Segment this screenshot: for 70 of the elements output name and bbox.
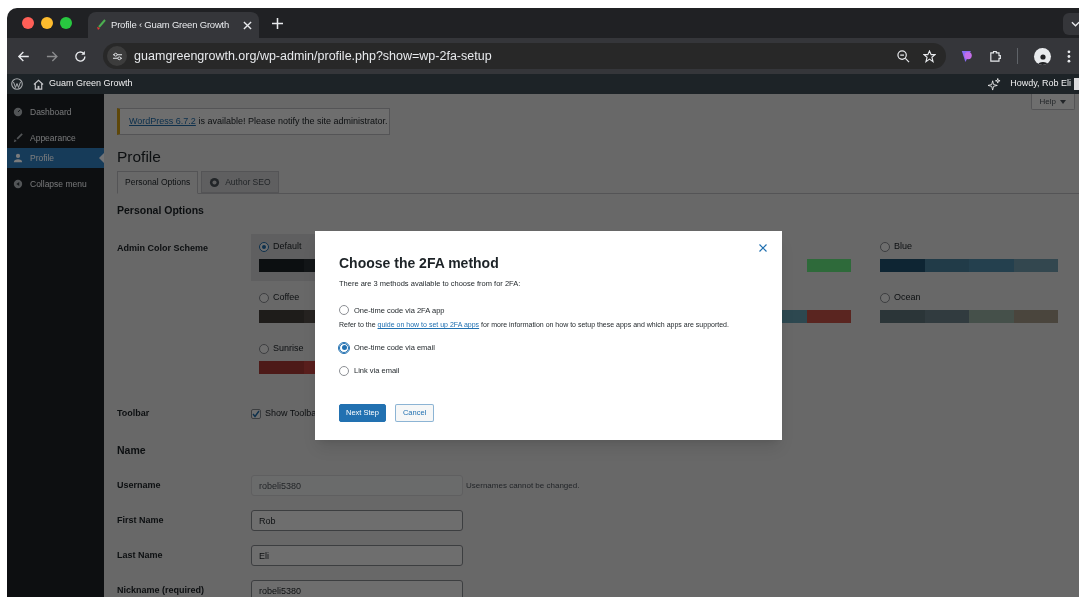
radio-button[interactable] [880,241,890,252]
radio-button[interactable] [339,305,349,316]
modal-title: Choose the 2FA method [339,254,500,272]
chevron-down-icon [1070,21,1079,27]
field-label: Toolbar [117,406,151,420]
update-link[interactable]: WordPress 6.7.2 [129,115,196,126]
forward-icon[interactable] [45,49,59,63]
star-icon[interactable] [923,49,937,63]
field-label: Last Name [117,548,164,562]
section-heading: Name [117,443,147,459]
account-greeting[interactable]: Howdy, Rob Eli [1010,77,1071,91]
reload-icon[interactable] [74,49,88,63]
profile-avatar-icon[interactable] [1034,47,1052,65]
radio-label: Sunrise [273,342,304,355]
field-label: Admin Color Scheme [117,241,209,255]
extension-icon[interactable] [960,49,973,63]
radio-label: Coffee [273,291,300,304]
brush-icon [13,133,23,143]
tab-title: Profile ‹ Guam Green Growth [111,17,230,32]
gear-icon [209,176,221,188]
caret-icon [1060,99,1066,104]
radio-label: Blue [894,240,912,253]
user-avatar [1074,78,1079,90]
radio-button[interactable] [339,365,349,376]
more-icon[interactable] [1067,49,1071,63]
field-label: Username [117,478,162,492]
home-icon [33,78,44,90]
section-heading: Personal Options [117,203,205,218]
sidebar-item[interactable]: Collapse menu [7,174,104,194]
text-field[interactable]: Rob [251,510,463,531]
new-tab-icon[interactable] [272,17,283,29]
radio-button[interactable] [259,343,269,354]
text-field[interactable]: robeli5380 [251,580,463,597]
sparkle-icon[interactable] [988,77,1002,91]
sidebar-item[interactable]: Dashboard [7,102,104,122]
zoom-icon[interactable] [897,49,911,63]
sidebar-item[interactable]: Profile [7,148,104,168]
radio-button[interactable] [880,292,890,303]
field-label: Nickname (required) [117,583,206,597]
checkbox-label: Show Toolba [265,406,317,420]
browser-tab[interactable]: Profile ‹ Guam Green Growth [88,12,259,38]
brush-icon [95,19,107,31]
collapse-icon [13,179,23,189]
maximize-window-icon[interactable] [60,17,72,29]
text-field[interactable]: Eli [251,545,463,566]
radio-button[interactable] [259,241,269,252]
close-window-icon[interactable] [22,17,34,29]
sidebar-item[interactable]: Appearance [7,128,104,148]
field-label: First Name [117,513,165,527]
help-tab[interactable]: Help [1030,94,1075,110]
address-bar[interactable]: guamgreengrowth.org/wp-admin/profile.php?show=wp-2fa-setup [103,43,947,69]
minimize-window-icon[interactable] [41,17,53,29]
checkbox[interactable] [251,408,261,419]
radio-button[interactable] [259,292,269,303]
site-name-link[interactable]: Guam Green Growth [49,77,133,91]
check-icon [252,409,260,418]
update-notice-text: WordPress 6.7.2 is available! Please notify the site administrator. [129,114,388,128]
site-settings-icon[interactable] [107,46,128,66]
person-icon [13,153,23,163]
tab[interactable]: Personal Options [117,171,199,194]
page-title: Profile [117,147,162,167]
wordpress-logo-icon[interactable] [11,78,23,90]
radio-label: Default [273,240,302,253]
puzzle-icon[interactable] [988,49,1002,63]
dashboard-icon [13,107,23,117]
radio-button[interactable] [339,342,349,353]
url-text: guamgreengrowth.org/wp-admin/profile.php?show=wp-2fa-setup [134,47,493,65]
radio-label: Ocean [894,291,921,304]
back-icon[interactable] [17,49,30,63]
close-icon[interactable] [759,244,767,252]
